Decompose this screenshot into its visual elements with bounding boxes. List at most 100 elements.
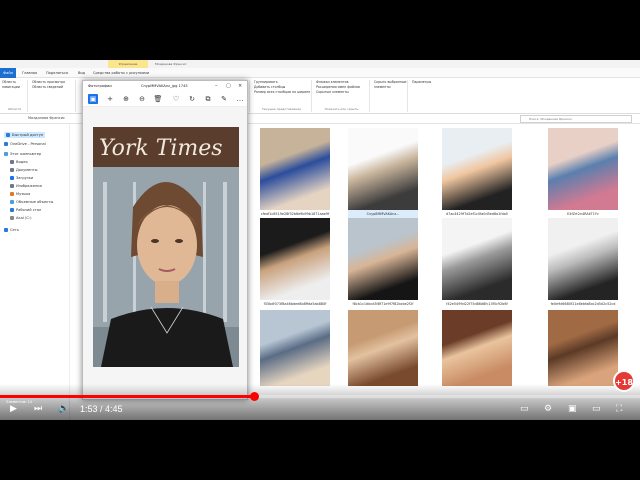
details-pane-button[interactable]: Область сведений	[32, 85, 75, 90]
drive-icon	[10, 216, 14, 220]
video-icon	[10, 160, 14, 164]
sidebar-item[interactable]: OneDrive - Personal	[4, 142, 46, 146]
thumbnail-image	[442, 128, 512, 210]
volume-icon[interactable]: 🔊	[58, 402, 69, 416]
fullscreen-icon[interactable]: ⛶	[616, 402, 622, 416]
thumbnail-image	[442, 310, 512, 386]
settings-icon[interactable]: ⚙	[544, 402, 552, 416]
sidebar-item-label: OneDrive - Personal	[10, 142, 46, 146]
photo-icon[interactable]: ▣	[88, 94, 98, 104]
delete-icon[interactable]: 🗑	[153, 94, 163, 104]
file-name: f35bdf073f8a46bdee8b8ffda5ab880f	[263, 302, 327, 306]
thumbnail-image	[260, 218, 330, 300]
computer-icon	[4, 152, 8, 156]
window-title: Мозданова Фрэнсис	[155, 62, 187, 66]
minimize-icon[interactable]: –	[215, 82, 218, 90]
more-icon[interactable]: …	[235, 94, 245, 104]
add-icon[interactable]: +	[105, 94, 115, 104]
file-thumbnail[interactable]: d7ac4429f7d2ef1c0fa0d5ed8a1fda5	[442, 128, 512, 218]
sidebar-item-label: Акаi (C:)	[16, 216, 32, 220]
ribbon-group-show-hide: Флажки элементов Расширения имен файлов …	[314, 80, 370, 112]
edit-icon[interactable]: ✎	[219, 94, 229, 104]
scrubber-handle[interactable]	[250, 392, 260, 401]
sidebar-item-label: Сеть	[10, 228, 19, 232]
rotate-icon[interactable]: ↻	[187, 94, 197, 104]
sidebar-item[interactable]: Загрузки	[10, 176, 33, 180]
sidebar-item[interactable]: Изображения	[10, 184, 42, 188]
options-button[interactable]: Параметры	[412, 80, 440, 85]
subtitles-icon[interactable]: ▭	[520, 402, 529, 416]
tab-picture-tools[interactable]: Средства работы с рисунками	[93, 68, 149, 78]
file-name: d7ac4429f7d2ef1c0fa0d5ed8a1fda5	[446, 212, 508, 216]
maximize-icon[interactable]: ▢	[226, 82, 231, 90]
sidebar-item-label: Загрузки	[16, 176, 34, 180]
tab-view[interactable]: Вид	[78, 68, 85, 78]
pictures-icon	[10, 184, 14, 188]
context-tab[interactable]: Управление	[108, 60, 148, 68]
thumbnail-image	[348, 218, 418, 300]
thumbnail-image	[348, 310, 418, 386]
sidebar-item-label: Музыка	[16, 192, 31, 196]
file-thumbnail[interactable]: Cnyp8MMVAKAnz...	[348, 128, 418, 218]
sidebar-item-label: Быстрый доступ	[12, 133, 44, 137]
sidebar-item[interactable]: Рабочий стол	[10, 208, 41, 212]
screen-capture: Управление Мозданова Фрэнсис Файл Главна…	[0, 60, 640, 420]
desktop-icon	[10, 208, 14, 212]
viewer-app-title: Фотографии	[88, 84, 112, 88]
heart-icon[interactable]: ♡	[171, 94, 181, 104]
ribbon-group-options: Параметры	[410, 80, 440, 112]
photos-viewer-window: Фотографии CnypMMVAKAnz_jpg 1745 – ▢ × ▣…	[82, 80, 248, 400]
theater-icon[interactable]: ▭	[592, 402, 601, 416]
navigation-pane-button[interactable]: Область навигации	[2, 80, 27, 90]
tab-home[interactable]: Главная	[22, 68, 37, 78]
file-thumbnail[interactable]: f35bdf073f8a46bdee8b8ffda5ab880f	[260, 218, 330, 308]
ribbon-group-preview: Область просмотра Область сведений	[30, 80, 76, 112]
file-thumbnail[interactable]: E4fZrt2n4RAkT1Yc	[548, 128, 618, 218]
sidebar-item[interactable]: Быстрый доступ	[4, 132, 46, 138]
progress-bar[interactable]	[0, 392, 640, 401]
thumbnail-image	[442, 218, 512, 300]
sidebar-item-label: Рабочий стол	[16, 208, 42, 212]
sidebar-item[interactable]: Этот компьютер	[4, 152, 41, 156]
file-thumbnail[interactable]: fe0e9d6680f21e8ebfa8bc2d5d2c52cd	[548, 218, 618, 308]
file-thumbnail[interactable]: f42e5499d22f75d86d8fc13f5c92b6f	[442, 218, 512, 308]
hide-selected-button[interactable]: Скрыть выбранные элементы	[374, 80, 407, 90]
miniplayer-icon[interactable]: ▣	[568, 402, 577, 416]
sidebar-item-label: Документы	[16, 168, 38, 172]
viewer-title-bar: Фотографии CnypMMVAKAnz_jpg 1745 – ▢ ×	[83, 81, 247, 91]
next-icon[interactable]: ⏭	[34, 402, 42, 416]
file-grid: cfeaf1c8519e28f32b6e9b99b1671aae9f Cnyp8M…	[252, 124, 640, 420]
thumbnail-image	[260, 310, 330, 386]
download-icon	[10, 176, 14, 180]
search-input[interactable]: Поиск: Мозданова Фрэнсис	[520, 115, 632, 123]
file-thumbnail[interactable]: f8cb1c1dbcd3f8f71e9f7f82bcbe2f2f	[348, 218, 418, 308]
sidebar-item-label: Изображения	[16, 184, 42, 188]
sidebar-item[interactable]: Видео	[10, 160, 28, 164]
file-thumbnail[interactable]: cfeaf1c8519e28f32b6e9b99b1671aae9f	[260, 128, 330, 218]
documents-icon	[10, 168, 14, 172]
sidebar-item[interactable]: Документы	[10, 168, 38, 172]
sign-text: York Times	[99, 136, 223, 161]
close-icon[interactable]: ×	[238, 82, 242, 90]
play-icon[interactable]: ▶	[10, 402, 17, 416]
thumbnail-image	[548, 218, 618, 300]
hidden-items-toggle[interactable]: Скрытые элементы	[316, 90, 369, 95]
crop-icon[interactable]: ⧉	[203, 94, 213, 104]
3d-objects-icon	[10, 200, 14, 204]
sidebar-item[interactable]: Акаi (C:)	[10, 216, 32, 220]
sidebar-item-label: Объемные объекты	[16, 200, 54, 204]
sidebar-item[interactable]: Объемные объекты	[10, 200, 53, 204]
tab-file[interactable]: Файл	[0, 68, 16, 78]
sidebar-item[interactable]: Музыка	[10, 192, 30, 196]
zoom-out-icon[interactable]: ⊖	[137, 94, 147, 104]
sidebar-item[interactable]: Сеть	[4, 228, 19, 232]
size-columns-button[interactable]: Размер всех столбцов по ширине	[254, 90, 311, 95]
tab-share[interactable]: Поделиться	[46, 68, 68, 78]
ribbon-group-panes: Область навигации Области	[2, 80, 28, 112]
breadcrumb[interactable]: Мозданова Фрэнсис	[28, 116, 65, 120]
zoom-in-icon[interactable]: ⊕	[121, 94, 131, 104]
ribbon-group-current-view: Группировать Добавить столбцы Размер все…	[254, 80, 312, 112]
file-name: f8cb1c1dbcd3f8f71e9f7f82bcbe2f2f	[352, 302, 414, 306]
ribbon-tabs: Файл Главная Поделиться Вид Средства раб…	[0, 68, 640, 78]
file-name: E4fZrt2n4RAkT1Yc	[567, 212, 599, 216]
